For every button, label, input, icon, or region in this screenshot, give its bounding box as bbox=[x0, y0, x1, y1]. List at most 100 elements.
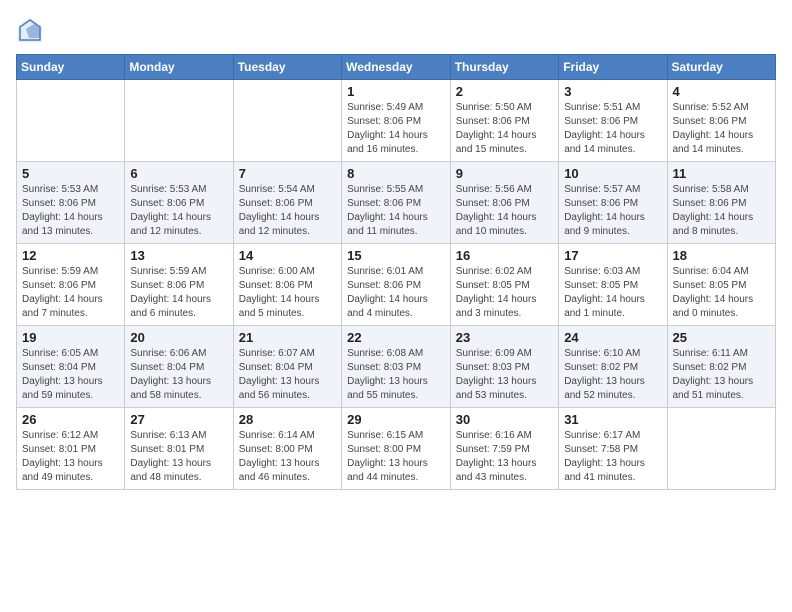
calendar-cell: 22Sunrise: 6:08 AM Sunset: 8:03 PM Dayli… bbox=[342, 326, 451, 408]
calendar-cell: 2 Sunrise: 5:50 AM Sunset: 8:06 PM Daylig… bbox=[450, 80, 558, 162]
day-info: Sunrise: 6:11 AM Sunset: 8:02 PM Dayligh… bbox=[673, 347, 771, 403]
day-info: Sunrise: 6:13 AM Sunset: 8:01 PM Dayligh… bbox=[130, 429, 227, 485]
weekday-header-tuesday: Tuesday bbox=[233, 55, 341, 80]
day-number: 2 bbox=[456, 84, 553, 99]
day-info: Sunrise: 6:09 AM Sunset: 8:03 PM Dayligh… bbox=[456, 347, 553, 403]
day-info: Sunrise: 6:06 AM Sunset: 8:04 PM Dayligh… bbox=[130, 347, 227, 403]
calendar-cell: 23 Sunrise: 6:09 AM Sunset: 8:03 PM Dayli… bbox=[450, 326, 558, 408]
day-number: 27 bbox=[130, 412, 227, 427]
calendar-cell: 8 Sunrise: 5:55 AM Sunset: 8:06 PM Daylig… bbox=[342, 162, 451, 244]
day-number: 31 bbox=[564, 412, 661, 427]
day-info: Sunrise: 6:10 AM Sunset: 8:02 PM Dayligh… bbox=[564, 347, 661, 403]
day-number: 30 bbox=[456, 412, 553, 427]
day-info: Sunrise: 6:14 AM Sunset: 8:00 PM Dayligh… bbox=[239, 429, 336, 485]
day-info: Sunrise: 6:12 AM Sunset: 8:01 PM Dayligh… bbox=[22, 429, 119, 485]
day-info: Sunrise: 5:55 AM Sunset: 8:06 PM Dayligh… bbox=[347, 183, 445, 239]
logo bbox=[16, 16, 50, 44]
day-info: Sunrise: 5:51 AM Sunset: 8:06 PM Dayligh… bbox=[564, 101, 661, 157]
day-info: Sunrise: 6:00 AM Sunset: 8:06 PM Dayligh… bbox=[239, 265, 336, 321]
calendar-cell bbox=[17, 80, 125, 162]
day-number: 16 bbox=[456, 248, 553, 263]
week-row-5: 26 Sunrise: 6:12 AM Sunset: 8:01 PM Dayli… bbox=[17, 408, 776, 490]
day-number: 21 bbox=[239, 330, 336, 345]
day-info: Sunrise: 5:56 AM Sunset: 8:06 PM Dayligh… bbox=[456, 183, 553, 239]
week-row-1: 1Sunrise: 5:49 AM Sunset: 8:06 PM Daylig… bbox=[17, 80, 776, 162]
calendar-cell: 21 Sunrise: 6:07 AM Sunset: 8:04 PM Dayli… bbox=[233, 326, 341, 408]
day-info: Sunrise: 5:53 AM Sunset: 8:06 PM Dayligh… bbox=[130, 183, 227, 239]
day-info: Sunrise: 5:52 AM Sunset: 8:06 PM Dayligh… bbox=[673, 101, 771, 157]
week-row-3: 12 Sunrise: 5:59 AM Sunset: 8:06 PM Dayli… bbox=[17, 244, 776, 326]
day-info: Sunrise: 6:16 AM Sunset: 7:59 PM Dayligh… bbox=[456, 429, 553, 485]
day-number: 20 bbox=[130, 330, 227, 345]
day-info: Sunrise: 6:02 AM Sunset: 8:05 PM Dayligh… bbox=[456, 265, 553, 321]
day-info: Sunrise: 6:17 AM Sunset: 7:58 PM Dayligh… bbox=[564, 429, 661, 485]
weekday-header-sunday: Sunday bbox=[17, 55, 125, 80]
calendar-cell: 5Sunrise: 5:53 AM Sunset: 8:06 PM Daylig… bbox=[17, 162, 125, 244]
calendar-cell: 27 Sunrise: 6:13 AM Sunset: 8:01 PM Dayli… bbox=[125, 408, 233, 490]
calendar-cell: 31 Sunrise: 6:17 AM Sunset: 7:58 PM Dayli… bbox=[559, 408, 667, 490]
day-info: Sunrise: 5:58 AM Sunset: 8:06 PM Dayligh… bbox=[673, 183, 771, 239]
day-number: 29 bbox=[347, 412, 445, 427]
day-number: 17 bbox=[564, 248, 661, 263]
day-number: 4 bbox=[673, 84, 771, 99]
day-number: 25 bbox=[673, 330, 771, 345]
day-number: 15 bbox=[347, 248, 445, 263]
calendar-cell: 4 Sunrise: 5:52 AM Sunset: 8:06 PM Daylig… bbox=[667, 80, 776, 162]
calendar-cell: 9 Sunrise: 5:56 AM Sunset: 8:06 PM Daylig… bbox=[450, 162, 558, 244]
day-info: Sunrise: 6:05 AM Sunset: 8:04 PM Dayligh… bbox=[22, 347, 119, 403]
calendar-cell: 18 Sunrise: 6:04 AM Sunset: 8:05 PM Dayli… bbox=[667, 244, 776, 326]
day-info: Sunrise: 5:49 AM Sunset: 8:06 PM Dayligh… bbox=[347, 101, 445, 157]
day-number: 23 bbox=[456, 330, 553, 345]
week-row-4: 19Sunrise: 6:05 AM Sunset: 8:04 PM Dayli… bbox=[17, 326, 776, 408]
calendar-cell: 24Sunrise: 6:10 AM Sunset: 8:02 PM Dayli… bbox=[559, 326, 667, 408]
day-number: 18 bbox=[673, 248, 771, 263]
day-info: Sunrise: 6:15 AM Sunset: 8:00 PM Dayligh… bbox=[347, 429, 445, 485]
calendar-cell bbox=[233, 80, 341, 162]
day-number: 5 bbox=[22, 166, 119, 181]
day-number: 22 bbox=[347, 330, 445, 345]
calendar-cell: 16 Sunrise: 6:02 AM Sunset: 8:05 PM Dayli… bbox=[450, 244, 558, 326]
weekday-header-friday: Friday bbox=[559, 55, 667, 80]
calendar-cell: 25 Sunrise: 6:11 AM Sunset: 8:02 PM Dayli… bbox=[667, 326, 776, 408]
weekday-header-monday: Monday bbox=[125, 55, 233, 80]
day-number: 13 bbox=[130, 248, 227, 263]
logo-icon bbox=[16, 16, 44, 44]
calendar-cell: 10 Sunrise: 5:57 AM Sunset: 8:06 PM Dayli… bbox=[559, 162, 667, 244]
day-info: Sunrise: 5:59 AM Sunset: 8:06 PM Dayligh… bbox=[130, 265, 227, 321]
calendar-cell: 30 Sunrise: 6:16 AM Sunset: 7:59 PM Dayli… bbox=[450, 408, 558, 490]
day-info: Sunrise: 5:57 AM Sunset: 8:06 PM Dayligh… bbox=[564, 183, 661, 239]
calendar-cell: 15 Sunrise: 6:01 AM Sunset: 8:06 PM Dayli… bbox=[342, 244, 451, 326]
calendar-table: SundayMondayTuesdayWednesdayThursdayFrid… bbox=[16, 54, 776, 490]
day-info: Sunrise: 5:50 AM Sunset: 8:06 PM Dayligh… bbox=[456, 101, 553, 157]
day-number: 10 bbox=[564, 166, 661, 181]
day-number: 12 bbox=[22, 248, 119, 263]
calendar-cell: 28 Sunrise: 6:14 AM Sunset: 8:00 PM Dayli… bbox=[233, 408, 341, 490]
day-number: 3 bbox=[564, 84, 661, 99]
calendar-cell: 14 Sunrise: 6:00 AM Sunset: 8:06 PM Dayli… bbox=[233, 244, 341, 326]
calendar-cell: 1Sunrise: 5:49 AM Sunset: 8:06 PM Daylig… bbox=[342, 80, 451, 162]
day-info: Sunrise: 5:59 AM Sunset: 8:06 PM Dayligh… bbox=[22, 265, 119, 321]
day-info: Sunrise: 6:01 AM Sunset: 8:06 PM Dayligh… bbox=[347, 265, 445, 321]
weekday-header-saturday: Saturday bbox=[667, 55, 776, 80]
day-number: 14 bbox=[239, 248, 336, 263]
day-info: Sunrise: 6:04 AM Sunset: 8:05 PM Dayligh… bbox=[673, 265, 771, 321]
day-number: 7 bbox=[239, 166, 336, 181]
calendar-cell: 29 Sunrise: 6:15 AM Sunset: 8:00 PM Dayli… bbox=[342, 408, 451, 490]
day-number: 11 bbox=[673, 166, 771, 181]
calendar-cell: 19Sunrise: 6:05 AM Sunset: 8:04 PM Dayli… bbox=[17, 326, 125, 408]
week-row-2: 5 Sunrise: 5:53 AM Sunset: 8:06 PM Daylig… bbox=[17, 162, 776, 244]
day-number: 28 bbox=[239, 412, 336, 427]
weekday-header-row: SundayMondayTuesdayWednesdayThursdayFrid… bbox=[17, 55, 776, 80]
day-number: 26 bbox=[22, 412, 119, 427]
day-number: 9 bbox=[456, 166, 553, 181]
day-info: Sunrise: 6:07 AM Sunset: 8:04 PM Dayligh… bbox=[239, 347, 336, 403]
weekday-header-wednesday: Wednesday bbox=[342, 55, 451, 80]
calendar-cell: 7 Sunrise: 5:54 AM Sunset: 8:06 PM Daylig… bbox=[233, 162, 341, 244]
calendar-cell: 13 Sunrise: 5:59 AM Sunset: 8:06 PM Dayli… bbox=[125, 244, 233, 326]
day-number: 8 bbox=[347, 166, 445, 181]
calendar-cell: 20 Sunrise: 6:06 AM Sunset: 8:04 PM Dayli… bbox=[125, 326, 233, 408]
calendar-cell: 3 Sunrise: 5:51 AM Sunset: 8:06 PM Daylig… bbox=[559, 80, 667, 162]
day-info: Sunrise: 5:54 AM Sunset: 8:06 PM Dayligh… bbox=[239, 183, 336, 239]
day-number: 6 bbox=[130, 166, 227, 181]
calendar-cell: 11 Sunrise: 5:58 AM Sunset: 8:06 PM Dayli… bbox=[667, 162, 776, 244]
